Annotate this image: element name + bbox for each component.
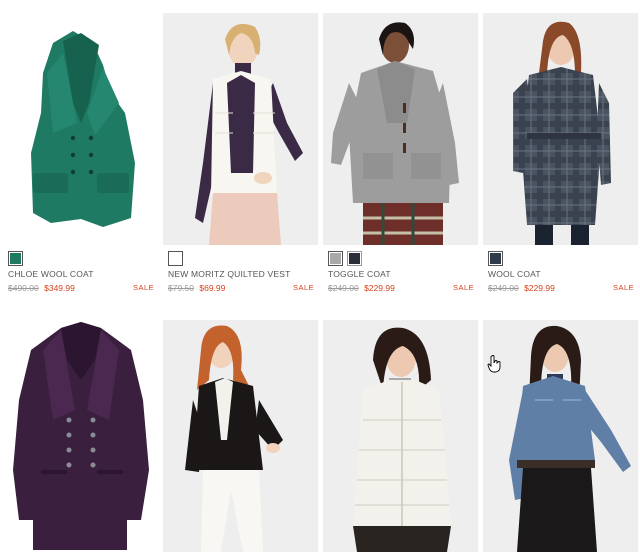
product-image[interactable] [3, 13, 158, 245]
swatch-color-1-0 [170, 253, 181, 264]
sale-badge: SALE [453, 283, 475, 292]
color-swatch[interactable] [8, 251, 23, 266]
product-image[interactable] [483, 13, 638, 245]
green-vest-image [31, 31, 135, 227]
original-price: $490.00 [8, 283, 39, 293]
product-name[interactable]: CHLOE WOOL COAT [8, 269, 94, 279]
model-toggle-coat-image [323, 13, 478, 245]
purple-coat-image [13, 322, 149, 550]
sale-price: $229.99 [524, 283, 555, 293]
color-swatches [168, 251, 183, 266]
product-prices: $249.00 $229.99 [488, 283, 555, 293]
sale-badge: SALE [133, 283, 155, 292]
product-prices: $490.00 $349.99 [8, 283, 75, 293]
product-card-velvet-blazer[interactable] [163, 320, 318, 552]
color-swatch[interactable] [488, 251, 503, 266]
product-card-moritz-quilted-vest[interactable]: NEW MORITZ QUILTED VEST $79.50 $69.99 SA… [163, 13, 318, 313]
product-card-puffer-jacket[interactable] [323, 320, 478, 552]
original-price: $249.00 [488, 283, 519, 293]
model-white-puffer-jacket-image [323, 320, 478, 552]
product-image[interactable] [483, 320, 638, 552]
sale-price: $229.99 [364, 283, 395, 293]
product-card-purple-coat[interactable] [3, 320, 158, 552]
product-image[interactable] [163, 13, 318, 245]
color-swatch[interactable] [347, 251, 362, 266]
color-swatches [488, 251, 503, 266]
model-denim-jacket-image [483, 320, 638, 552]
sale-price: $349.99 [44, 283, 75, 293]
swatch-color-3-0 [490, 253, 501, 264]
sale-badge: SALE [613, 283, 635, 292]
model-quilted-vest-image [163, 13, 318, 245]
color-swatches [8, 251, 23, 266]
swatch-color-2-1 [349, 253, 360, 264]
product-card-chloe-wool-coat[interactable]: CHLOE WOOL COAT $490.00 $349.99 SALE [3, 13, 158, 313]
product-prices: $79.50 $69.99 [168, 283, 225, 293]
model-plaid-wool-coat-image [483, 13, 638, 245]
product-name[interactable]: WOOL COAT [488, 269, 541, 279]
product-name[interactable]: NEW MORITZ QUILTED VEST [168, 269, 291, 279]
original-price: $249.00 [328, 283, 359, 293]
product-card-wool-coat[interactable]: WOOL COAT $249.00 $229.99 SALE [483, 13, 638, 313]
product-grid: CHLOE WOOL COAT $490.00 $349.99 SALE NEW… [0, 0, 640, 555]
sale-price: $69.99 [199, 283, 226, 293]
swatch-color-2-0 [330, 253, 341, 264]
color-swatch[interactable] [328, 251, 343, 266]
sale-badge: SALE [293, 283, 315, 292]
hand-pointer-icon [487, 355, 501, 373]
model-velvet-blazer-image [163, 320, 318, 552]
color-swatch[interactable] [168, 251, 183, 266]
product-image[interactable] [163, 320, 318, 552]
product-card-toggle-coat[interactable]: TOGGLE COAT $249.00 $229.99 SALE [323, 13, 478, 313]
product-name[interactable]: TOGGLE COAT [328, 269, 391, 279]
original-price: $79.50 [168, 283, 194, 293]
product-prices: $249.00 $229.99 [328, 283, 395, 293]
product-card-denim-jacket[interactable] [483, 320, 638, 552]
color-swatches [328, 251, 362, 266]
product-image[interactable] [3, 320, 158, 552]
swatch-color-0-0 [10, 253, 21, 264]
product-image[interactable] [323, 13, 478, 245]
product-image[interactable] [323, 320, 478, 552]
